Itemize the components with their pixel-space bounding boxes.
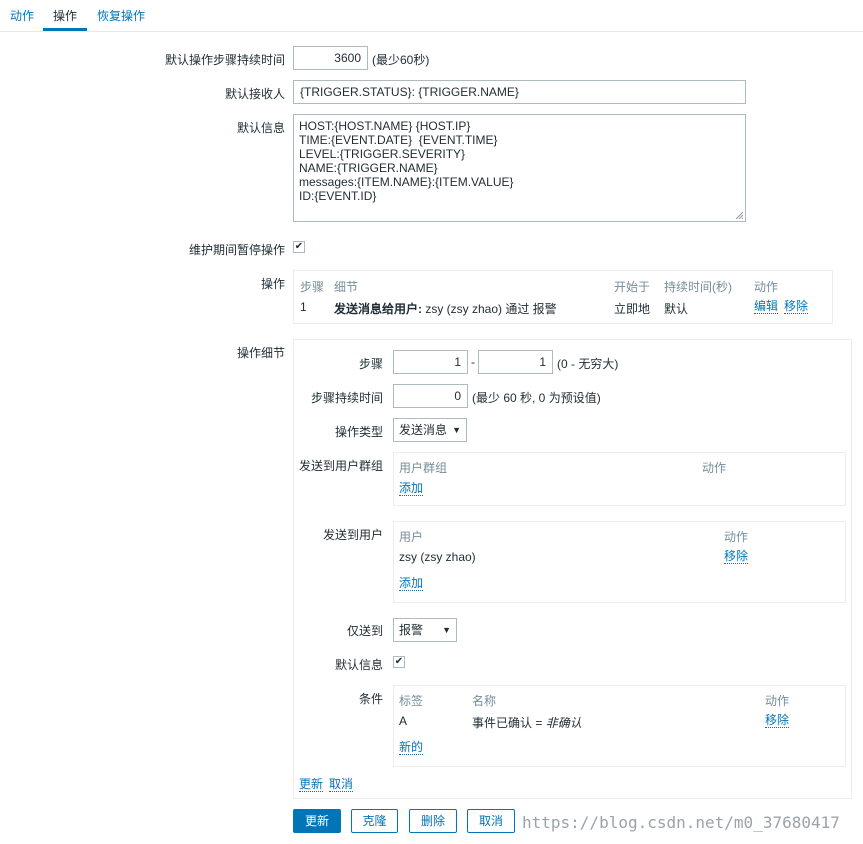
- resize-grip-icon[interactable]: [735, 211, 743, 219]
- condition-new-link[interactable]: 新的: [399, 741, 424, 755]
- operation-detail: 发送消息给用户: zsy (zsy zhao) 通过 报警: [334, 300, 557, 317]
- user-groups-add-link[interactable]: 添加: [399, 482, 424, 496]
- update-button[interactable]: 更新: [293, 809, 341, 833]
- tab-operations[interactable]: 操作: [53, 7, 77, 24]
- subject-label: 默认接收人: [224, 87, 285, 101]
- user-groups-label: 发送到用户群组: [298, 459, 383, 473]
- operation-step: 1: [300, 300, 307, 314]
- step-duration-input[interactable]: 3600: [293, 46, 368, 70]
- default-message-checkbox[interactable]: ✔: [393, 656, 405, 668]
- condition-name: 事件已确认 = 非确认: [472, 714, 582, 731]
- users-add-link[interactable]: 添加: [399, 577, 424, 591]
- cancel-button[interactable]: 取消: [467, 809, 515, 833]
- condition-remove-link[interactable]: 移除: [765, 714, 790, 728]
- operation-detail-text: zsy (zsy zhao) 通过 报警: [422, 302, 557, 316]
- operations-table: 步骤 细节 开始于 持续时间(秒) 动作 1 发送消息给用户: zsy (zsy…: [293, 270, 833, 324]
- condition-tag: A: [399, 714, 408, 728]
- condition-name-text: 事件已确认 =: [472, 716, 546, 730]
- step-duration-label: 默认操作步骤持续时间: [164, 53, 285, 67]
- step-duration-hint: (最少60秒): [372, 53, 430, 67]
- step-range-dash: -: [471, 355, 475, 369]
- active-tab-indicator: [43, 28, 87, 31]
- message-textarea[interactable]: HOST:{HOST.NAME} {HOST.IP} TIME:{EVENT.D…: [293, 114, 746, 222]
- checkmark-icon: ✔: [294, 241, 304, 252]
- step-to-input[interactable]: 1: [478, 350, 553, 374]
- operations-header-action: 动作: [754, 280, 779, 294]
- send-only-select[interactable]: 报警 ▼: [393, 618, 457, 642]
- operations-header-step: 步骤: [300, 280, 325, 294]
- user-name: zsy (zsy zhao): [399, 550, 476, 564]
- detail-cancel-link[interactable]: 取消: [329, 778, 354, 792]
- conditions-header-action: 动作: [765, 694, 790, 708]
- user-groups-header-action: 动作: [702, 461, 727, 475]
- condition-value: 非确认: [545, 716, 582, 730]
- step-range-hint: (0 - 无穷大): [557, 357, 619, 371]
- users-header-user: 用户: [399, 530, 424, 544]
- operation-start: 立即地: [614, 302, 651, 316]
- operation-remove-link[interactable]: 移除: [784, 300, 809, 314]
- message-label: 默认信息: [236, 121, 285, 135]
- operation-edit-link[interactable]: 编辑: [754, 300, 779, 314]
- steps-label: 步骤: [358, 357, 383, 371]
- operations-label: 操作: [260, 277, 285, 291]
- step-duration-detail-hint: (最少 60 秒, 0 为预设值): [472, 391, 601, 405]
- conditions-table: 标签 名称 动作 A 事件已确认 = 非确认 移除 新的: [393, 685, 846, 767]
- dropdown-arrow-icon: ▼: [452, 425, 461, 435]
- step-duration-detail-label: 步骤持续时间: [310, 391, 383, 405]
- step-from-input[interactable]: 1: [393, 350, 468, 374]
- conditions-header-name: 名称: [472, 694, 497, 708]
- step-duration-detail-input[interactable]: 0: [393, 384, 468, 408]
- operation-duration: 默认: [664, 302, 689, 316]
- op-type-select[interactable]: 发送消息 ▼: [393, 418, 467, 442]
- dropdown-arrow-icon: ▼: [442, 625, 451, 635]
- users-table: 用户 动作 zsy (zsy zhao) 移除 添加: [393, 521, 846, 603]
- tab-action[interactable]: 动作: [10, 7, 34, 24]
- subject-input[interactable]: {TRIGGER.STATUS}: {TRIGGER.NAME}: [293, 80, 746, 104]
- send-only-value: 报警: [399, 623, 424, 637]
- op-type-label: 操作类型: [334, 425, 383, 439]
- message-text: HOST:{HOST.NAME} {HOST.IP} TIME:{EVENT.D…: [299, 119, 514, 203]
- users-label: 发送到用户: [322, 528, 383, 542]
- tab-bar: 动作 操作 恢复操作: [0, 0, 863, 32]
- operations-header-start: 开始于: [614, 280, 651, 294]
- checkmark-icon: ✔: [394, 656, 404, 667]
- conditions-header-tag: 标签: [399, 694, 424, 708]
- users-header-action: 动作: [724, 530, 749, 544]
- delete-button[interactable]: 删除: [409, 809, 457, 833]
- watermark: https://blog.csdn.net/m0_37680417: [522, 813, 840, 832]
- operations-header-detail: 细节: [334, 280, 359, 294]
- op-type-value: 发送消息: [399, 423, 448, 437]
- tab-recovery-operations[interactable]: 恢复操作: [97, 7, 145, 24]
- conditions-label: 条件: [358, 692, 383, 706]
- operations-header-duration: 持续时间(秒): [664, 280, 732, 294]
- default-message-label: 默认信息: [334, 658, 383, 672]
- pause-checkbox[interactable]: ✔: [293, 241, 305, 253]
- user-groups-table: 用户群组 动作 添加: [393, 452, 846, 506]
- pause-label: 维护期间暂停操作: [188, 243, 285, 257]
- operation-detail-type: 发送消息给用户:: [334, 302, 422, 316]
- user-groups-header-group: 用户群组: [399, 461, 448, 475]
- clone-button[interactable]: 克隆: [351, 809, 398, 833]
- send-only-label: 仅送到: [346, 624, 383, 638]
- detail-update-link[interactable]: 更新: [299, 778, 324, 792]
- user-remove-link[interactable]: 移除: [724, 550, 749, 564]
- operation-details-label: 操作细节: [236, 346, 285, 360]
